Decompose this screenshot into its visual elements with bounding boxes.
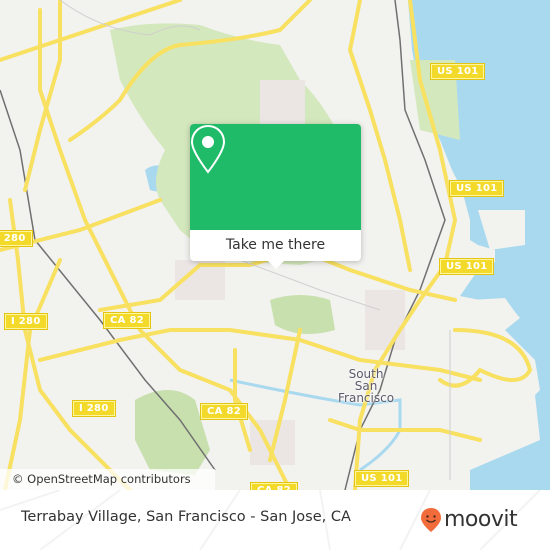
popup-pointer bbox=[268, 261, 284, 269]
road-shield-i280: I 280 bbox=[0, 230, 33, 247]
road-shield-us101: US 101 bbox=[429, 63, 486, 80]
footer: Terrabay Village, San Francisco - San Jo… bbox=[0, 490, 550, 550]
road-shield-us101: US 101 bbox=[438, 258, 495, 275]
location-pin-icon bbox=[190, 124, 226, 174]
map-attribution[interactable]: © OpenStreetMap contributors bbox=[0, 469, 215, 490]
road-shield-i280: I 280 bbox=[72, 400, 116, 417]
popup-header bbox=[190, 124, 361, 230]
road-shield-ca82: CA 82 bbox=[250, 482, 298, 490]
map[interactable]: South San Francisco US 101 US 101 US 101… bbox=[0, 0, 550, 490]
park-golden-gate-cemetery bbox=[135, 390, 210, 475]
location-popup: Take me there bbox=[190, 124, 361, 269]
place-label-south-san-francisco: South San Francisco bbox=[338, 368, 394, 404]
take-me-there-button[interactable]: Take me there bbox=[190, 230, 361, 261]
moovit-logo[interactable]: moovit bbox=[420, 506, 518, 534]
park-sign-hill bbox=[270, 295, 335, 334]
road-shield-ca82: CA 82 bbox=[200, 403, 248, 420]
moovit-wordmark: moovit bbox=[444, 507, 518, 532]
place-label-line: Francisco bbox=[338, 391, 395, 405]
road-shield-us101: US 101 bbox=[448, 180, 505, 197]
road-shield-us101: US 101 bbox=[353, 470, 410, 487]
road-shield-ca82: CA 82 bbox=[103, 312, 151, 329]
location-title: Terrabay Village, San Francisco - San Jo… bbox=[21, 509, 351, 525]
road-shield-i280: I 280 bbox=[4, 313, 48, 330]
moovit-pin-icon bbox=[421, 508, 441, 532]
